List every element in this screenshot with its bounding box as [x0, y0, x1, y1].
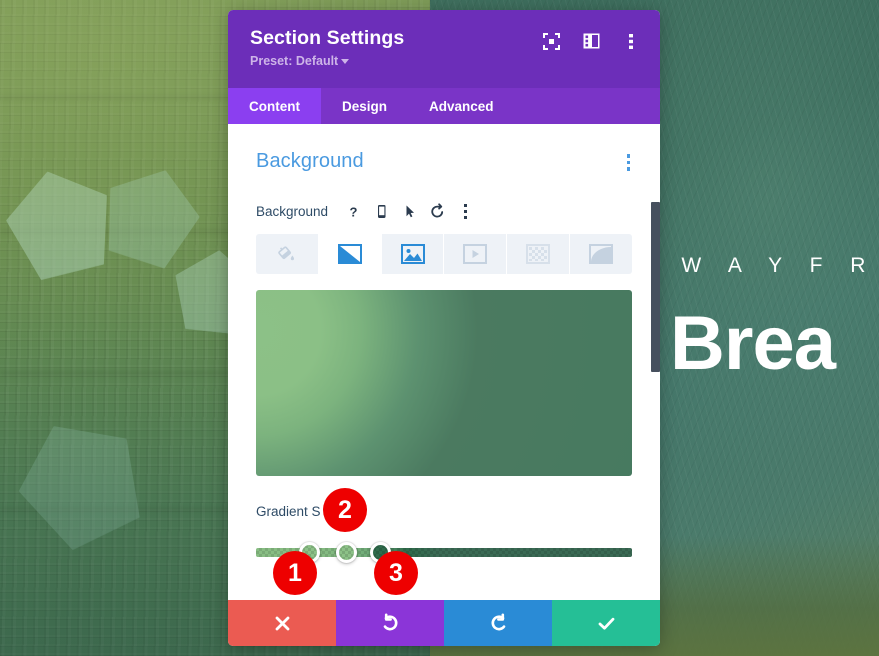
- hover-cursor-icon[interactable]: [397, 199, 422, 224]
- modal-header-actions: [542, 26, 640, 50]
- background-video-tab[interactable]: [444, 233, 508, 274]
- layout-panel-icon[interactable]: [582, 32, 600, 50]
- modal-body: Background Background ? Gradient S: [228, 124, 660, 600]
- modal-footer: [228, 600, 660, 646]
- modal-header: Section Settings Preset: Default: [228, 10, 660, 88]
- background-gradient-tab[interactable]: [318, 233, 382, 274]
- modal-scrollbar[interactable]: [651, 202, 660, 372]
- tab-advanced[interactable]: Advanced: [408, 88, 515, 124]
- undo-arrow-icon: [383, 613, 397, 630]
- background-section-header: Background: [256, 150, 632, 175]
- close-x-icon: [275, 616, 289, 630]
- expand-focus-icon[interactable]: [542, 32, 560, 50]
- callout-badge-1: 1: [273, 551, 317, 595]
- tab-design-label: Design: [342, 98, 388, 114]
- callout-badge-3-number: 3: [389, 558, 403, 587]
- modal-title: Section Settings: [250, 27, 405, 49]
- section-title: Background: [256, 150, 364, 172]
- more-options-icon[interactable]: [453, 199, 478, 224]
- cancel-button[interactable]: [228, 600, 336, 646]
- background-mask-tab[interactable]: [570, 234, 632, 274]
- section-more-options-icon[interactable]: [625, 150, 633, 175]
- callout-badge-2-number: 2: [338, 495, 352, 524]
- ellipsis-dots: [462, 200, 469, 223]
- background-image-tab[interactable]: [382, 233, 445, 274]
- background-color-tab[interactable]: [256, 233, 319, 274]
- responsive-mobile-icon[interactable]: [369, 199, 394, 224]
- preset-selector[interactable]: Preset: Default: [250, 54, 542, 68]
- tab-content-label: Content: [249, 98, 300, 114]
- gradient-stop-handle-2[interactable]: [336, 541, 358, 563]
- save-button[interactable]: [552, 600, 660, 646]
- undo-button[interactable]: [336, 600, 444, 646]
- gradient-stops-label: Gradient S: [256, 503, 321, 519]
- preset-label: Preset: Default: [250, 54, 339, 69]
- background-field-label: Background: [256, 203, 329, 219]
- chevron-down-icon: [341, 58, 350, 64]
- background-pattern-tab[interactable]: [507, 233, 571, 274]
- modal-header-text: Section Settings Preset: Default: [250, 26, 542, 68]
- more-options-icon[interactable]: [622, 32, 640, 50]
- tab-advanced-label: Advanced: [429, 98, 494, 114]
- callout-badge-1-number: 1: [288, 558, 302, 587]
- help-icon[interactable]: ?: [341, 199, 366, 224]
- redo-button[interactable]: [444, 600, 552, 646]
- gradient-preview[interactable]: [256, 289, 632, 476]
- background-control-row: Background ?: [256, 199, 632, 224]
- background-type-tabs: [256, 233, 632, 274]
- tab-design[interactable]: Design: [321, 88, 408, 124]
- callout-badge-3: 3: [374, 551, 418, 595]
- page-root: E A W A Y F R O M & Brea Section Setting…: [0, 0, 879, 656]
- svg-text:?: ?: [350, 204, 358, 219]
- checkmark-icon: [598, 617, 614, 630]
- tab-content[interactable]: Content: [228, 88, 321, 124]
- reset-icon[interactable]: [425, 199, 450, 224]
- modal-tabs: Content Design Advanced: [228, 88, 660, 124]
- callout-badge-2: 2: [323, 488, 367, 532]
- redo-arrow-icon: [491, 613, 505, 630]
